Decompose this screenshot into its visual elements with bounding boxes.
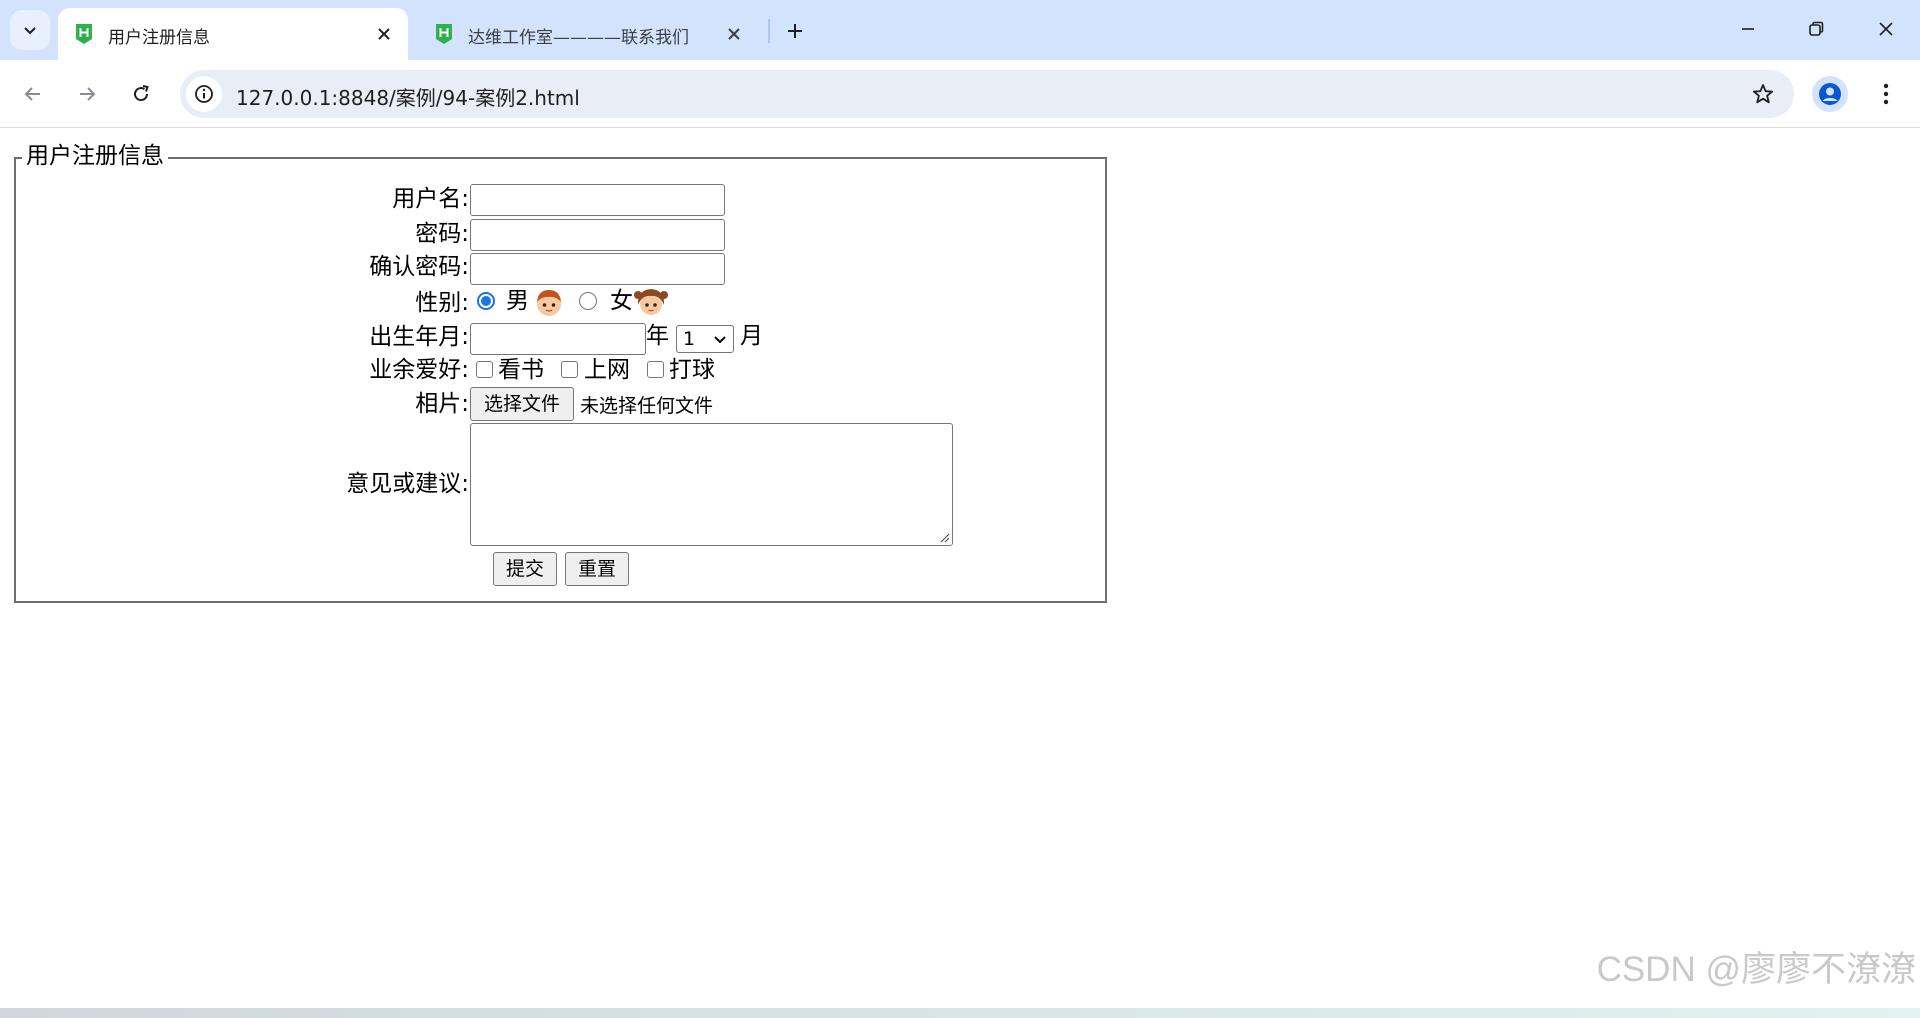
gender-female-label: 女: [610, 288, 633, 314]
arrow-left-icon: [24, 87, 40, 101]
tab-active[interactable]: 用户注册信息: [58, 8, 408, 60]
birth-label: 出生年月:: [369, 324, 469, 350]
more-vert-icon: [1883, 83, 1889, 105]
taskbar-edge: [0, 1008, 1920, 1018]
browser-menu-button[interactable]: [1868, 76, 1904, 112]
gender-female-radio[interactable]: [579, 292, 597, 310]
confirm-password-input[interactable]: [470, 253, 725, 285]
account-icon: [1819, 83, 1841, 105]
tab-inactive[interactable]: 达维工作室————联系我们: [418, 8, 758, 60]
reload-button[interactable]: [122, 75, 160, 113]
restore-icon: [1809, 21, 1824, 36]
chevron-down-icon: [714, 336, 726, 344]
tab-title: 达维工作室————联系我们: [468, 28, 689, 48]
hobby-label: 业余爱好:: [369, 357, 469, 383]
tab-divider: [768, 19, 770, 43]
reload-icon: [134, 85, 149, 102]
password-input[interactable]: [470, 219, 725, 251]
minimize-icon: [1742, 28, 1754, 30]
suggestion-label: 意见或建议:: [346, 471, 469, 497]
hobby-internet-checkbox[interactable]: [561, 361, 578, 378]
profile-button[interactable]: [1812, 76, 1848, 112]
bookmark-button[interactable]: [1746, 77, 1780, 111]
confirm-password-label: 确认密码:: [369, 254, 469, 280]
close-icon: [728, 28, 740, 40]
arrow-right-icon: [80, 87, 96, 101]
tab-close-button[interactable]: [722, 22, 746, 46]
chevron-down-icon: [24, 27, 36, 35]
site-info-button[interactable]: [186, 76, 222, 112]
month-select[interactable]: 1: [676, 325, 734, 353]
tab-close-button[interactable]: [372, 22, 396, 46]
info-icon: [195, 85, 213, 103]
close-icon: [1879, 22, 1893, 36]
fieldset-legend: 用户注册信息: [22, 143, 168, 169]
file-status-text: 未选择任何文件: [580, 395, 714, 417]
hbuilder-favicon-icon: [436, 24, 452, 44]
hobby-internet-label: 上网: [584, 357, 630, 383]
hobby-reading-label: 看书: [498, 357, 544, 383]
hobby-ball-label: 打球: [669, 357, 715, 383]
star-icon: [1752, 84, 1774, 104]
birth-year-input[interactable]: [470, 323, 646, 355]
address-bar[interactable]: 127.0.0.1:8848/案例/94-案例2.html: [180, 70, 1794, 118]
username-input[interactable]: [470, 184, 725, 216]
hobby-ball-checkbox[interactable]: [647, 361, 664, 378]
url-text[interactable]: 127.0.0.1:8848/案例/94-案例2.html: [236, 82, 580, 111]
forward-button[interactable]: [68, 75, 106, 113]
gender-label: 性别:: [415, 290, 469, 316]
month-unit-label: 月: [740, 323, 763, 349]
password-label: 密码:: [415, 221, 469, 247]
year-unit-label: 年: [646, 323, 669, 349]
submit-button[interactable]: 提交: [493, 552, 557, 586]
hbuilder-favicon-icon: [76, 24, 92, 44]
username-label: 用户名:: [392, 186, 469, 212]
close-icon: [378, 28, 390, 40]
window-minimize-button[interactable]: [1720, 8, 1776, 50]
photo-label: 相片:: [415, 391, 469, 417]
tab-search-button[interactable]: [10, 10, 50, 50]
tab-title: 用户注册信息: [108, 28, 210, 48]
choose-file-button[interactable]: 选择文件: [470, 387, 574, 421]
boy-avatar-icon: [537, 290, 561, 316]
girl-avatar-icon: [634, 289, 668, 315]
reset-button[interactable]: 重置: [565, 552, 629, 586]
window-close-button[interactable]: [1858, 8, 1914, 50]
gender-male-label: 男: [506, 288, 529, 314]
window-restore-button[interactable]: [1788, 8, 1844, 50]
browser-toolbar: 127.0.0.1:8848/案例/94-案例2.html: [0, 60, 1920, 128]
hobby-reading-checkbox[interactable]: [476, 361, 493, 378]
watermark-text: CSDN @廖廖不潦潦: [1596, 950, 1916, 989]
month-select-value: 1: [683, 328, 696, 350]
plus-icon: [788, 24, 802, 38]
suggestion-textarea[interactable]: [470, 423, 953, 546]
resize-grip-icon[interactable]: [938, 531, 950, 543]
gender-male-radio[interactable]: [477, 292, 495, 310]
new-tab-button[interactable]: [778, 14, 812, 48]
browser-tab-strip: 用户注册信息 达维工作室————联系我们: [0, 0, 1920, 60]
page-content: 用户注册信息 用户名: 密码: 确认密码: 性别: 男 女 出生年月: 年 1 …: [0, 129, 1920, 1004]
back-button[interactable]: [14, 75, 52, 113]
